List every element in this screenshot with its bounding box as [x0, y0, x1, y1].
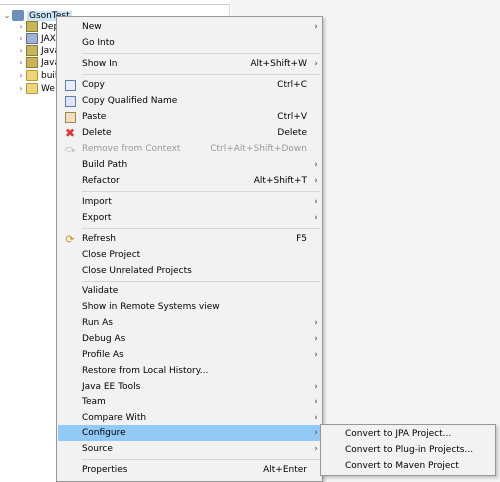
menu-item-team[interactable]: Team ›	[58, 394, 321, 410]
copy-qualified-name-icon	[64, 95, 76, 107]
menu-separator	[82, 459, 320, 460]
menu-item-import[interactable]: Import ›	[58, 194, 321, 210]
jaxws-icon	[26, 33, 38, 44]
menu-item-show-in-remote-systems[interactable]: Show in Remote Systems view	[58, 299, 321, 315]
menu-item-configure[interactable]: Configure ›	[58, 425, 321, 441]
chevron-right-icon[interactable]: ›	[16, 58, 26, 67]
menu-item-java-ee-tools[interactable]: Java EE Tools ›	[58, 379, 321, 395]
chevron-down-icon[interactable]: ⌄	[2, 11, 12, 20]
menu-separator	[82, 53, 320, 54]
submenu-item-convert-to-plugin[interactable]: Convert to Plug-in Projects...	[322, 442, 494, 458]
menu-item-copy-qualified-name[interactable]: Copy Qualified Name	[58, 93, 321, 109]
chevron-right-icon[interactable]: ›	[16, 84, 26, 93]
tree-item-label: We	[41, 83, 55, 94]
java-resources-icon	[26, 45, 38, 56]
explorer-top-strip	[0, 0, 230, 5]
chevron-right-icon[interactable]: ›	[16, 71, 26, 80]
folder-icon	[26, 70, 38, 81]
refresh-icon: ⟳	[65, 232, 75, 246]
chevron-right-icon: ›	[314, 397, 318, 407]
menu-item-validate[interactable]: Validate	[58, 283, 321, 299]
chevron-right-icon: ›	[314, 413, 318, 423]
menu-item-properties[interactable]: Properties Alt+Enter	[58, 462, 321, 478]
tree-item-java-library[interactable]: › Java	[16, 56, 60, 69]
submenu-item-convert-to-jpa[interactable]: Convert to JPA Project...	[322, 426, 494, 442]
menu-item-new[interactable]: New ›	[58, 19, 321, 35]
chevron-right-icon[interactable]: ›	[16, 22, 26, 31]
chevron-right-icon: ›	[314, 160, 318, 170]
chevron-right-icon[interactable]: ›	[16, 46, 26, 55]
chevron-right-icon: ›	[314, 176, 318, 186]
chevron-right-icon: ›	[314, 350, 318, 360]
menu-item-export[interactable]: Export ›	[58, 210, 321, 226]
copy-icon	[64, 79, 76, 91]
menu-item-run-as[interactable]: Run As ›	[58, 315, 321, 331]
menu-item-compare-with[interactable]: Compare With ›	[58, 410, 321, 426]
remove-from-context-icon: ⤼	[64, 143, 76, 155]
menu-item-show-in[interactable]: Show In Alt+Shift+W ›	[58, 56, 321, 72]
tree-item-build[interactable]: › buil	[16, 69, 57, 82]
menu-item-close-project[interactable]: Close Project	[58, 247, 321, 263]
paste-icon	[64, 111, 76, 123]
chevron-right-icon: ›	[314, 59, 318, 69]
chevron-right-icon: ›	[314, 22, 318, 32]
menu-item-go-into[interactable]: Go Into	[58, 35, 321, 51]
menu-separator	[82, 228, 320, 229]
tree-item-webcontent[interactable]: › We	[16, 82, 55, 95]
tree-item-label: buil	[41, 70, 58, 81]
chevron-right-icon: ›	[314, 197, 318, 207]
folder-icon	[26, 83, 38, 94]
tree-item-label: JAX	[41, 33, 56, 44]
menu-item-source[interactable]: Source ›	[58, 441, 321, 457]
menu-item-refactor[interactable]: Refactor Alt+Shift+T ›	[58, 173, 321, 189]
chevron-right-icon[interactable]: ›	[16, 34, 26, 43]
submenu-item-convert-to-maven[interactable]: Convert to Maven Project	[322, 458, 494, 474]
menu-item-delete[interactable]: ✖ Delete Delete	[58, 125, 321, 141]
menu-item-profile-as[interactable]: Profile As ›	[58, 347, 321, 363]
menu-item-paste[interactable]: Paste Ctrl+V	[58, 109, 321, 125]
chevron-right-icon: ›	[314, 318, 318, 328]
menu-separator	[82, 281, 320, 282]
chevron-right-icon: ›	[314, 334, 318, 344]
menu-item-refresh[interactable]: ⟳ Refresh F5	[58, 231, 321, 247]
menu-separator	[82, 74, 320, 75]
menu-item-restore-from-local-history[interactable]: Restore from Local History...	[58, 363, 321, 379]
menu-item-build-path[interactable]: Build Path ›	[58, 157, 321, 173]
context-menu: New › Go Into Show In Alt+Shift+W › Copy…	[56, 16, 323, 482]
menu-separator	[82, 191, 320, 192]
chevron-right-icon: ›	[314, 382, 318, 392]
chevron-right-icon: ›	[314, 213, 318, 223]
menu-item-debug-as[interactable]: Debug As ›	[58, 331, 321, 347]
menu-item-close-unrelated-projects[interactable]: Close Unrelated Projects	[58, 263, 321, 279]
menu-item-copy[interactable]: Copy Ctrl+C	[58, 77, 321, 93]
menu-item-remove-from-context: ⤼ Remove from Context Ctrl+Alt+Shift+Dow…	[64, 143, 307, 155]
library-icon	[26, 57, 38, 68]
library-icon	[26, 21, 38, 32]
delete-icon: ✖	[64, 125, 76, 140]
configure-submenu: Convert to JPA Project... Convert to Plu…	[320, 424, 496, 476]
